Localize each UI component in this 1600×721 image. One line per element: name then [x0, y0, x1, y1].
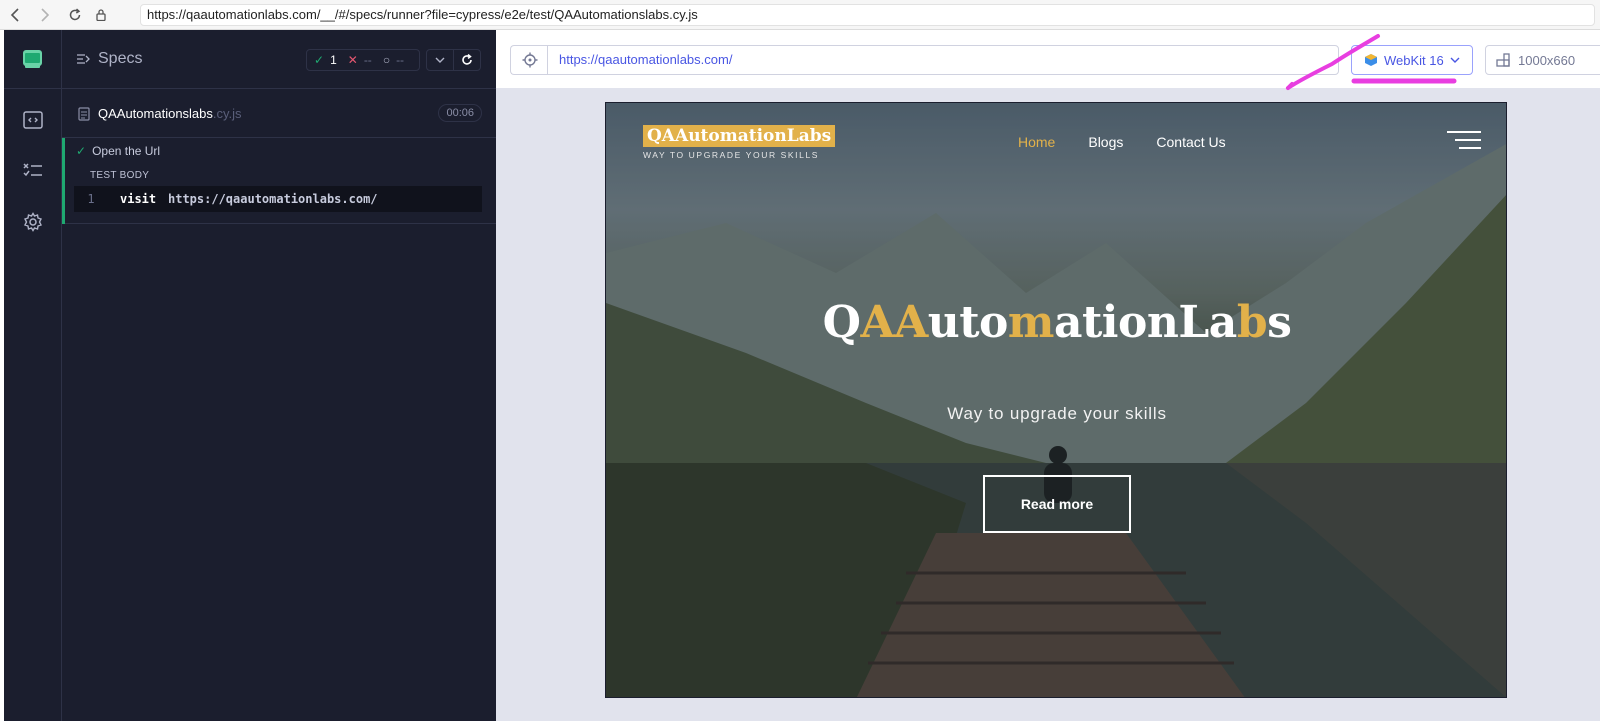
brand-name: QAAutomationLabs [643, 125, 836, 147]
hero-title-part: AA [860, 297, 928, 348]
command-number: 1 [87, 192, 95, 206]
selector-playground-icon[interactable] [510, 45, 548, 75]
specs-title: Specs [98, 50, 143, 67]
webkit-icon [1365, 54, 1377, 66]
lock-icon [90, 0, 112, 30]
hero-title-part: m [1007, 297, 1055, 348]
site-brand[interactable]: QAAutomationLabs WAY TO UPGRADE YOUR SKI… [643, 125, 836, 160]
hero-title-part: uto [927, 297, 1009, 348]
failed-count: -- [363, 53, 372, 67]
spec-row: QAAutomationslabs.cy.js 00:06 [62, 98, 496, 138]
pass-check-icon: ✓ [76, 144, 87, 158]
pending-count: -- [396, 53, 405, 67]
menu-expand-icon [77, 54, 90, 64]
spec-file-name: QAAutomationslabs.cy.js [98, 106, 242, 121]
browser-toolbar: https://qaautomationlabs.com/__/#/specs/… [0, 0, 1600, 30]
website-preview: QAAutomationLabs WAY TO UPGRADE YOUR SKI… [605, 102, 1507, 698]
browser-selector-label: WebKit 16 [1384, 52, 1444, 68]
aut-header: https://qaautomationlabs.com/ WebKit 16 … [496, 30, 1600, 89]
test-title-text: Open the Url [92, 144, 161, 158]
test-title[interactable]: ✓ Open the Url [76, 144, 160, 158]
command-message: https://qaautomationlabs.com/ [168, 192, 378, 206]
cypress-logo-icon[interactable] [22, 48, 44, 70]
specs-toggle[interactable]: Specs [76, 50, 142, 68]
viewport-label: 1000x660 [1518, 52, 1576, 68]
command-name: visit [120, 192, 157, 206]
reporter-header: Specs ✓ 1 ✕ -- ○ -- [62, 30, 496, 89]
back-icon[interactable] [0, 0, 30, 30]
passed-count: 1 [330, 53, 337, 67]
failed-icon: ✕ [347, 53, 358, 67]
forward-icon[interactable] [30, 0, 60, 30]
hero-title-part: ationLa [1053, 297, 1237, 348]
specs-list-icon[interactable] [4, 100, 62, 140]
document-icon [78, 107, 90, 126]
hero-overlay [606, 103, 1506, 697]
read-more-button[interactable]: Read more [983, 475, 1131, 533]
reload-icon[interactable] [60, 0, 90, 30]
divider [4, 88, 62, 89]
cypress-side-nav [4, 30, 62, 721]
browser-address-bar[interactable]: https://qaautomationlabs.com/__/#/specs/… [140, 4, 1595, 26]
hero-subtitle: Way to upgrade your skills [947, 404, 1167, 423]
reporter-panel: Specs ✓ 1 ✕ -- ○ -- QAAutomationslabs.cy… [62, 30, 496, 721]
viewport-icon [1496, 53, 1510, 67]
hero-title-part: Q [822, 297, 861, 348]
spec-duration: 00:06 [438, 104, 482, 122]
hero-title: QAAutomationLabs [606, 297, 1506, 348]
aut-panel: https://qaautomationlabs.com/ WebKit 16 … [496, 30, 1600, 721]
test-body-label: TEST BODY [90, 170, 150, 181]
viewport-info[interactable]: 1000x660 [1485, 45, 1600, 75]
nav-contact[interactable]: Contact Us [1156, 134, 1225, 150]
pending-icon: ○ [382, 53, 391, 67]
browser-selector[interactable]: WebKit 16 [1351, 45, 1473, 75]
aut-url[interactable]: https://qaautomationlabs.com/ [547, 45, 1339, 75]
rerun-icon[interactable] [453, 49, 481, 71]
test-item[interactable]: ✓ Open the Url TEST BODY 1 visit https:/… [62, 138, 496, 224]
chevron-down-icon[interactable] [426, 49, 454, 71]
runs-icon[interactable] [4, 151, 62, 191]
hero-title-part: s [1267, 297, 1292, 348]
hamburger-menu-icon[interactable] [1447, 131, 1481, 151]
nav-blogs[interactable]: Blogs [1088, 134, 1123, 150]
passed-icon: ✓ [314, 53, 325, 67]
command-row[interactable]: 1 visit https://qaautomationlabs.com/ [74, 186, 482, 212]
nav-home[interactable]: Home [1018, 134, 1055, 150]
test-status-bar [62, 138, 65, 224]
settings-icon[interactable] [4, 202, 62, 242]
hero-title-part: b [1236, 297, 1268, 348]
site-nav: Home Blogs Contact Us [1018, 134, 1226, 150]
test-stats: ✓ 1 ✕ -- ○ -- [306, 49, 420, 71]
brand-tagline: WAY TO UPGRADE YOUR SKILLS [643, 150, 820, 160]
spec-file-base: QAAutomationslabs [98, 106, 213, 121]
spec-file-ext: .cy.js [212, 106, 242, 121]
chevron-down-icon [1450, 57, 1460, 63]
